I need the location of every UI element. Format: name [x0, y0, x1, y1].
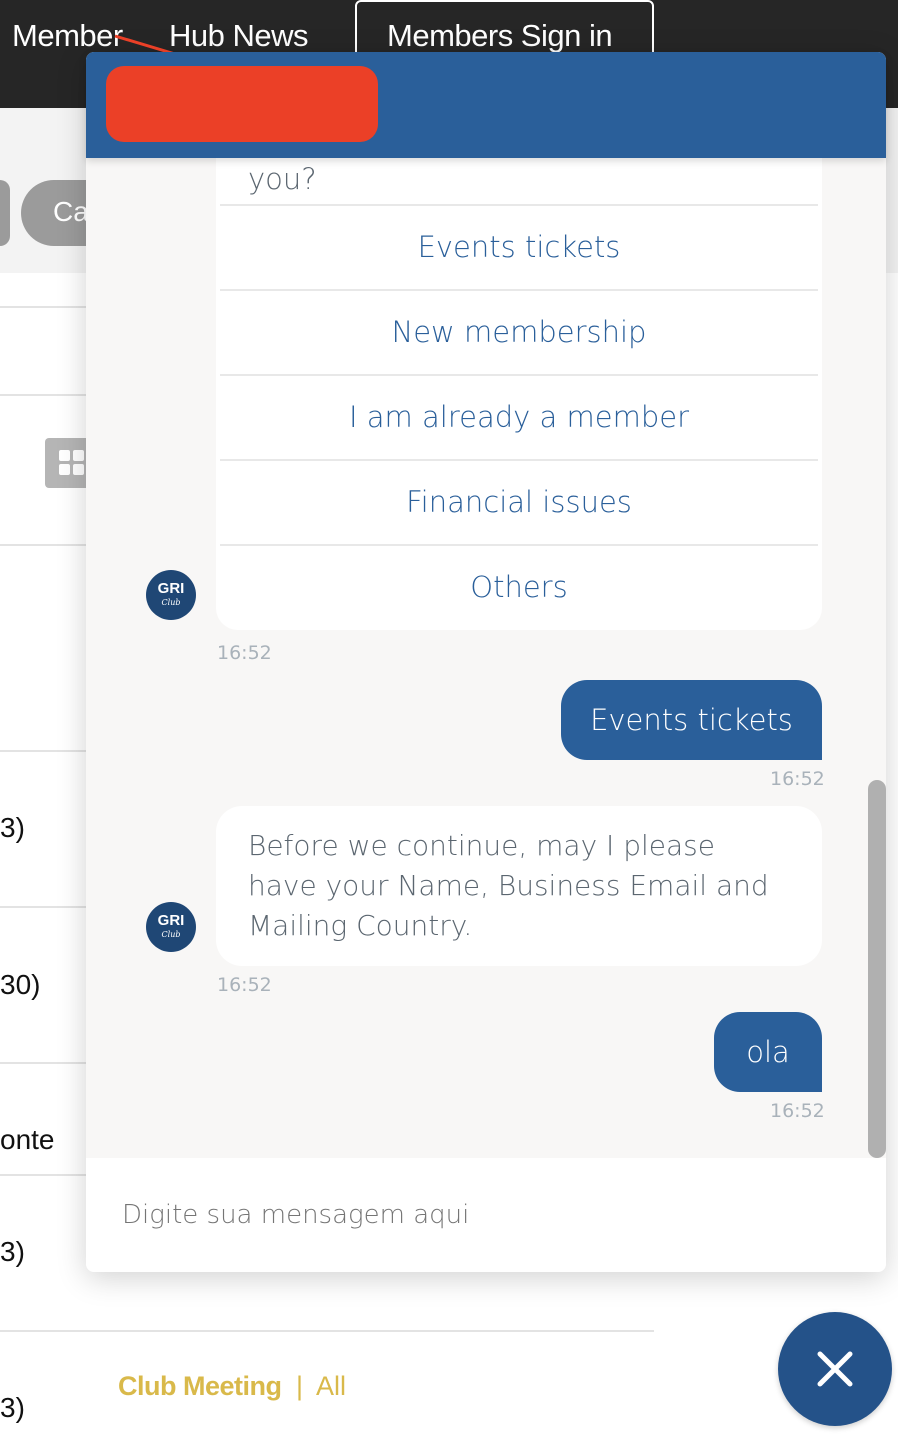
row-text: 30) — [0, 969, 41, 1000]
option-new-membership[interactable]: New membership — [220, 289, 818, 374]
divider — [0, 750, 100, 752]
close-chat-button[interactable] — [778, 1312, 892, 1426]
divider — [0, 1330, 654, 1332]
row-text: 3) — [0, 1392, 25, 1423]
option-financial-issues[interactable]: Financial issues — [220, 459, 818, 544]
chat-widget: you? Events tickets New membership I am … — [86, 52, 886, 1272]
timestamp: 16:52 — [770, 768, 825, 790]
divider — [0, 1174, 100, 1176]
user-message: ola — [714, 1012, 822, 1092]
option-events-tickets[interactable]: Events tickets — [220, 204, 818, 289]
close-icon — [817, 1351, 853, 1387]
divider — [0, 394, 100, 396]
separator: | — [296, 1371, 304, 1401]
user-message: Events tickets — [561, 680, 822, 760]
divider — [0, 306, 100, 308]
option-others[interactable]: Others — [220, 544, 818, 629]
all-link[interactable]: All — [316, 1371, 346, 1402]
divider — [0, 906, 100, 908]
bot-message: Before we continue, may I please have yo… — [216, 806, 822, 966]
bot-avatar: GRI Club — [146, 902, 196, 952]
bot-avatar: GRI Club — [146, 570, 196, 620]
row-text: 3) — [0, 812, 25, 843]
filter-pill[interactable] — [0, 180, 10, 246]
message-input[interactable] — [86, 1158, 886, 1272]
scrollbar[interactable] — [868, 780, 886, 1158]
chat-header — [86, 52, 886, 158]
divider — [0, 544, 100, 546]
pill-label: Ca — [53, 196, 89, 227]
divider — [0, 1062, 100, 1064]
options-card: you? Events tickets New membership I am … — [216, 112, 822, 630]
question-text: you? — [248, 162, 317, 196]
category-link[interactable]: Club Meeting — [118, 1371, 282, 1402]
timestamp: 16:52 — [770, 1100, 825, 1122]
redaction-box — [106, 66, 378, 142]
timestamp: 16:52 — [217, 642, 272, 664]
row-text: onte — [0, 1124, 55, 1155]
row-text: 3) — [0, 1236, 25, 1267]
timestamp: 16:52 — [217, 974, 272, 996]
option-already-member[interactable]: I am already a member — [220, 374, 818, 459]
